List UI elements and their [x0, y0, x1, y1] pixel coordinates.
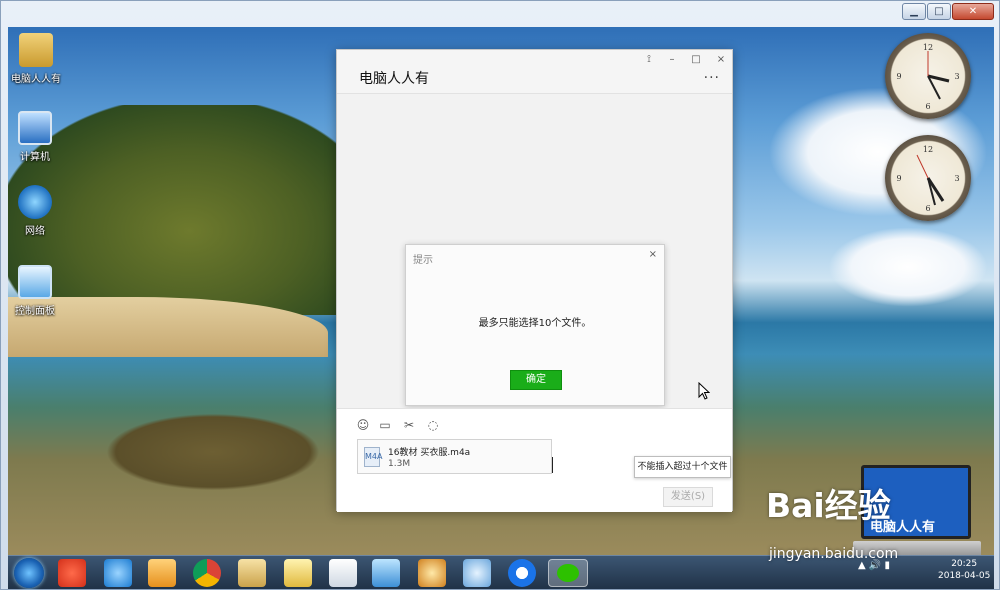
wallpaper-cloud: [828, 227, 988, 307]
wallpaper-reef: [88, 407, 338, 497]
chat-title: 电脑人人有: [359, 71, 429, 87]
dialog-message: 最多只能选择10个文件。: [478, 318, 592, 329]
desktop-icon-computer[interactable]: 计算机: [8, 111, 65, 163]
mouse-cursor-icon: [698, 382, 710, 400]
minimize-icon[interactable]: –: [665, 54, 679, 65]
media-icon[interactable]: [148, 559, 176, 587]
clock-face-icon: 12 3 6 9: [896, 43, 959, 111]
minimize-button[interactable]: ▁: [902, 3, 926, 20]
desktop-icon-network[interactable]: 网络: [8, 185, 65, 237]
maximize-button[interactable]: □: [927, 3, 951, 20]
desktop-icon-label: 网络: [25, 226, 45, 237]
dialog-title: 提示: [413, 255, 433, 266]
folder-icon[interactable]: ▭: [377, 417, 393, 433]
clock[interactable]: 20:25 2018-04-05: [938, 558, 990, 582]
chat-header: 电脑人人有 ⟟ – □ × ···: [337, 50, 732, 94]
input-area[interactable]: ☺ ▭ ✂ ◌ M4A 16教材 买衣服.m4a 1.3M 不能插入超过十个文件…: [337, 408, 732, 512]
chrome-icon[interactable]: [193, 559, 221, 587]
chat-window: 电脑人人有 ⟟ – □ × ··· 提示 × 最多只能选择10个文件。 确定 ☺…: [336, 49, 733, 512]
edge-icon[interactable]: [508, 559, 536, 587]
desktop-icon-label: 电脑人人有: [11, 74, 61, 85]
explorer-icon[interactable]: [238, 559, 266, 587]
ie-icon[interactable]: [104, 559, 132, 587]
file-name: 16教材 买衣服.m4a: [388, 448, 471, 458]
outer-window-title: [9, 4, 409, 24]
computer-icon: [18, 111, 52, 145]
text-caret: [552, 457, 553, 473]
svg-text:6: 6: [925, 102, 930, 111]
close-button[interactable]: ✕: [952, 3, 994, 20]
baidu-watermark: Bai经验: [766, 486, 891, 525]
alert-dialog: 提示 × 最多只能选择10个文件。 确定: [405, 244, 665, 406]
pin-icon[interactable]: ⟟: [642, 54, 656, 65]
watermark-url: jingyan.baidu.com: [769, 546, 899, 562]
wechat-icon: [557, 564, 579, 582]
desktop-icon-control-panel[interactable]: 控制面板: [8, 265, 65, 317]
chat-history-icon[interactable]: ◌: [425, 417, 441, 433]
folder-app-icon[interactable]: [284, 559, 312, 587]
desktop-icon-label: 控制面板: [15, 306, 55, 317]
clock-time: 20:25: [951, 559, 978, 569]
svg-text:9: 9: [896, 174, 901, 183]
more-icon[interactable]: ···: [704, 70, 720, 86]
message-area: 提示 × 最多只能选择10个文件。 确定: [337, 94, 732, 408]
dialog-ok-button[interactable]: 确定: [510, 370, 562, 390]
svg-text:3: 3: [954, 72, 959, 81]
maximize-icon[interactable]: □: [689, 54, 703, 65]
svg-text:3: 3: [954, 174, 959, 183]
start-button[interactable]: [14, 558, 44, 588]
network-icon: [18, 185, 52, 219]
send-button[interactable]: 发送(S): [663, 487, 713, 507]
wechat-taskbar-button[interactable]: [548, 559, 588, 587]
control-panel-icon: [18, 265, 52, 299]
document-icon[interactable]: [329, 559, 357, 587]
svg-text:6: 6: [925, 204, 930, 213]
close-icon[interactable]: ×: [714, 54, 728, 65]
audio-file-icon: M4A: [364, 447, 382, 467]
emoji-icon[interactable]: ☺: [355, 417, 371, 433]
clock-gadget[interactable]: 12 3 6 9: [885, 135, 971, 221]
dialog-close-icon[interactable]: ×: [649, 249, 657, 260]
file-attachment[interactable]: M4A 16教材 买衣服.m4a 1.3M: [357, 439, 552, 474]
user-folder-icon: [19, 33, 53, 67]
scissors-icon[interactable]: ✂: [401, 417, 417, 433]
svg-text:9: 9: [896, 72, 901, 81]
file-size: 1.3M: [388, 459, 411, 469]
desktop-icon-label: 计算机: [20, 152, 50, 163]
jiang-app-icon[interactable]: [58, 559, 86, 587]
gear-app-icon[interactable]: [463, 559, 491, 587]
outer-window: ▁ □ ✕ 电脑人人有 计算机 网络 控制面板 12 3 6 9 12 3 6 …: [0, 0, 1000, 590]
clock-face-icon: 12 3 6 9: [896, 145, 959, 213]
clock-gadget[interactable]: 12 3 6 9: [885, 33, 971, 119]
svg-text:12: 12: [923, 43, 933, 52]
paint-icon[interactable]: [418, 559, 446, 587]
svg-text:12: 12: [923, 145, 933, 154]
desktop-icon-user-folder[interactable]: 电脑人人有: [8, 33, 66, 85]
tooltip: 不能插入超过十个文件: [634, 456, 731, 478]
clock-date: 2018-04-05: [938, 571, 991, 581]
network-app-icon[interactable]: [372, 559, 400, 587]
